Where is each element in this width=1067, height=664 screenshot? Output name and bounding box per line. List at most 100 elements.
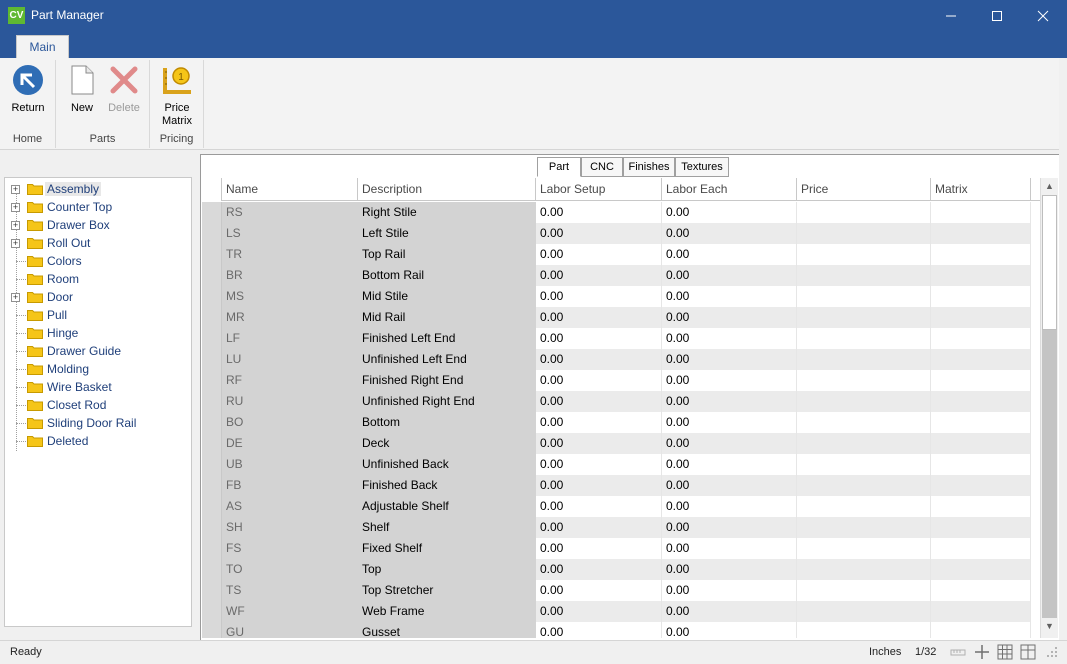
- cell-price[interactable]: [797, 559, 931, 580]
- table-row[interactable]: FS Fixed Shelf 0.00 0.00: [202, 538, 1040, 559]
- cell-labor-setup[interactable]: 0.00: [536, 601, 662, 622]
- cell-price[interactable]: [797, 412, 931, 433]
- cell-matrix[interactable]: [931, 370, 1031, 391]
- column-header-price[interactable]: Price: [797, 178, 931, 201]
- cell-labor-setup[interactable]: 0.00: [536, 202, 662, 223]
- ruler-icon[interactable]: [950, 644, 966, 660]
- cell-description[interactable]: Mid Rail: [358, 307, 536, 328]
- table-row[interactable]: RU Unfinished Right End 0.00 0.00: [202, 391, 1040, 412]
- cell-description[interactable]: Unfinished Back: [358, 454, 536, 475]
- cell-price[interactable]: [797, 496, 931, 517]
- cell-name[interactable]: FS: [222, 538, 358, 559]
- cell-name[interactable]: AS: [222, 496, 358, 517]
- cell-matrix[interactable]: [931, 412, 1031, 433]
- cell-matrix[interactable]: [931, 454, 1031, 475]
- cell-labor-each[interactable]: 0.00: [662, 622, 797, 638]
- cell-matrix[interactable]: [931, 601, 1031, 622]
- cell-labor-setup[interactable]: 0.00: [536, 559, 662, 580]
- cell-matrix[interactable]: [931, 286, 1031, 307]
- cell-name[interactable]: BO: [222, 412, 358, 433]
- close-button[interactable]: [1020, 0, 1066, 31]
- cell-labor-each[interactable]: 0.00: [662, 412, 797, 433]
- row-header[interactable]: [202, 580, 222, 601]
- row-header[interactable]: [202, 265, 222, 286]
- cell-labor-setup[interactable]: 0.00: [536, 223, 662, 244]
- cell-labor-setup[interactable]: 0.00: [536, 475, 662, 496]
- table-row[interactable]: WF Web Frame 0.00 0.00: [202, 601, 1040, 622]
- table-row[interactable]: FB Finished Back 0.00 0.00: [202, 475, 1040, 496]
- table-row[interactable]: LU Unfinished Left End 0.00 0.00: [202, 349, 1040, 370]
- cell-labor-setup[interactable]: 0.00: [536, 454, 662, 475]
- cell-price[interactable]: [797, 601, 931, 622]
- cell-labor-each[interactable]: 0.00: [662, 370, 797, 391]
- cell-price[interactable]: [797, 475, 931, 496]
- cell-labor-each[interactable]: 0.00: [662, 286, 797, 307]
- column-header-name[interactable]: Name: [222, 178, 358, 201]
- table-row[interactable]: GU Gusset 0.00 0.00: [202, 622, 1040, 638]
- tree-item[interactable]: + Door: [5, 288, 191, 306]
- table-row[interactable]: BO Bottom 0.00 0.00: [202, 412, 1040, 433]
- row-header[interactable]: [202, 433, 222, 454]
- table-row[interactable]: DE Deck 0.00 0.00: [202, 433, 1040, 454]
- cell-description[interactable]: Bottom: [358, 412, 536, 433]
- cell-labor-each[interactable]: 0.00: [662, 580, 797, 601]
- cell-price[interactable]: [797, 370, 931, 391]
- cell-matrix[interactable]: [931, 223, 1031, 244]
- cell-labor-setup[interactable]: 0.00: [536, 349, 662, 370]
- cell-description[interactable]: Top: [358, 559, 536, 580]
- column-header-labor-each[interactable]: Labor Each: [662, 178, 797, 201]
- cell-labor-each[interactable]: 0.00: [662, 538, 797, 559]
- cell-labor-setup[interactable]: 0.00: [536, 538, 662, 559]
- column-header-matrix[interactable]: Matrix: [931, 178, 1031, 201]
- cell-labor-setup[interactable]: 0.00: [536, 244, 662, 265]
- tab-textures[interactable]: Textures: [675, 157, 729, 177]
- tree-item[interactable]: + Counter Top: [5, 198, 191, 216]
- cell-price[interactable]: [797, 349, 931, 370]
- cell-name[interactable]: RF: [222, 370, 358, 391]
- cell-matrix[interactable]: [931, 538, 1031, 559]
- cell-price[interactable]: [797, 202, 931, 223]
- new-button[interactable]: New: [62, 64, 102, 115]
- cell-name[interactable]: TO: [222, 559, 358, 580]
- row-header[interactable]: [202, 370, 222, 391]
- cell-price[interactable]: [797, 580, 931, 601]
- table-row[interactable]: TR Top Rail 0.00 0.00: [202, 244, 1040, 265]
- cell-matrix[interactable]: [931, 433, 1031, 454]
- tree-item[interactable]: Deleted: [5, 432, 191, 450]
- cell-description[interactable]: Right Stile: [358, 202, 536, 223]
- table-row[interactable]: UB Unfinished Back 0.00 0.00: [202, 454, 1040, 475]
- row-header[interactable]: [202, 286, 222, 307]
- cell-labor-each[interactable]: 0.00: [662, 454, 797, 475]
- delete-button[interactable]: Delete: [104, 64, 144, 115]
- cell-description[interactable]: Top Rail: [358, 244, 536, 265]
- table-row[interactable]: TS Top Stretcher 0.00 0.00: [202, 580, 1040, 601]
- cell-labor-each[interactable]: 0.00: [662, 391, 797, 412]
- cell-labor-each[interactable]: 0.00: [662, 328, 797, 349]
- cell-name[interactable]: MS: [222, 286, 358, 307]
- cell-price[interactable]: [797, 538, 931, 559]
- cell-labor-each[interactable]: 0.00: [662, 517, 797, 538]
- cell-labor-setup[interactable]: 0.00: [536, 307, 662, 328]
- table-row[interactable]: MS Mid Stile 0.00 0.00: [202, 286, 1040, 307]
- row-header[interactable]: [202, 391, 222, 412]
- expand-icon[interactable]: +: [11, 239, 20, 248]
- row-header[interactable]: [202, 244, 222, 265]
- cell-price[interactable]: [797, 328, 931, 349]
- table-row[interactable]: LS Left Stile 0.00 0.00: [202, 223, 1040, 244]
- tab-main[interactable]: Main: [16, 35, 69, 58]
- table-row[interactable]: SH Shelf 0.00 0.00: [202, 517, 1040, 538]
- row-header[interactable]: [202, 475, 222, 496]
- row-header[interactable]: [202, 496, 222, 517]
- cell-matrix[interactable]: [931, 202, 1031, 223]
- units-indicator[interactable]: Inches: [869, 646, 901, 658]
- grid-view-icon[interactable]: [997, 644, 1013, 660]
- row-header[interactable]: [202, 622, 222, 638]
- row-header[interactable]: [202, 559, 222, 580]
- tree-item[interactable]: Room: [5, 270, 191, 288]
- cell-description[interactable]: Finished Left End: [358, 328, 536, 349]
- cell-labor-each[interactable]: 0.00: [662, 307, 797, 328]
- parts-grid[interactable]: Name Description Labor Setup Labor Each …: [202, 178, 1040, 638]
- fraction-indicator[interactable]: 1/32: [915, 646, 936, 658]
- cell-price[interactable]: [797, 391, 931, 412]
- cell-labor-each[interactable]: 0.00: [662, 433, 797, 454]
